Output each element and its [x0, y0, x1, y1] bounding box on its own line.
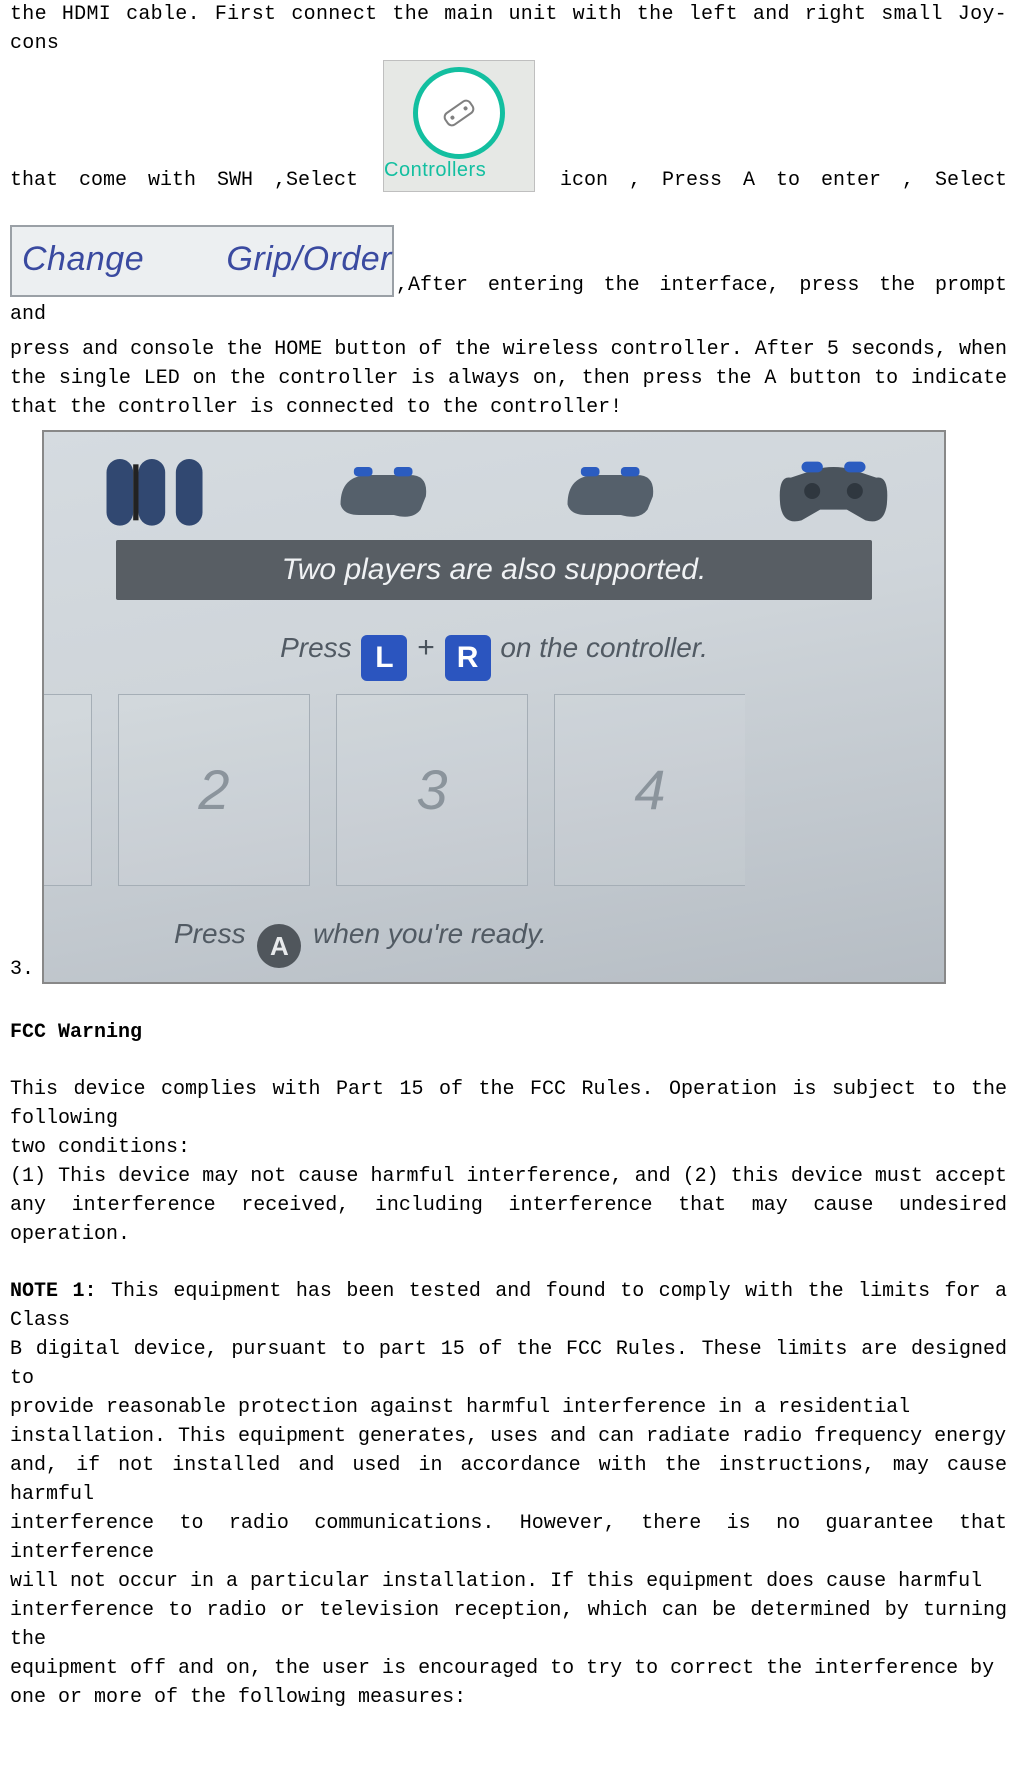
- paragraph-line: provide reasonable protection against ha…: [10, 1393, 1007, 1422]
- paragraph-line: the HDMI cable. First connect the main u…: [10, 0, 1007, 58]
- text-segment: icon , Press A to enter , Select: [560, 169, 1007, 192]
- paragraph-line: installation. This equipment generates, …: [10, 1422, 1007, 1451]
- paragraph-with-button: Change Grip/Order,After entering the int…: [10, 225, 1007, 329]
- paragraph-line: any interference received, including int…: [10, 1191, 1007, 1249]
- text-segment: This equipment has been tested and found…: [10, 1280, 1007, 1332]
- keycap-l-icon: L: [361, 635, 407, 681]
- paragraph-line: that the controller is connected to the …: [10, 393, 1007, 422]
- paragraph-line: interference to radio communications. Ho…: [10, 1509, 1007, 1567]
- text-segment: when you're ready.: [313, 918, 547, 949]
- text-segment: Press: [174, 918, 246, 949]
- paragraph-line: will not occur in a particular installat…: [10, 1567, 1007, 1596]
- controllers-label: Controllers: [384, 156, 534, 185]
- paragraph-line: This device complies with Part 15 of the…: [10, 1075, 1007, 1133]
- document-page: the HDMI cable. First connect the main u…: [0, 0, 1017, 1772]
- player-slot-1: [42, 694, 92, 886]
- player-slot-3: 3: [336, 694, 528, 886]
- fcc-warning-heading: FCC Warning: [10, 1018, 1007, 1047]
- player-slot-row: 2 3 4: [71, 694, 944, 904]
- controllers-ring: [413, 67, 505, 159]
- pro-controller-icon: [759, 451, 908, 531]
- text-segment: that come with SWH ,Select: [10, 169, 358, 192]
- single-joycon-right-icon: [533, 451, 682, 531]
- joycon-pair-icon: [80, 451, 229, 531]
- paragraph-line: press and console the HOME button of the…: [10, 335, 1007, 364]
- player-slot-4: 4: [554, 694, 745, 886]
- player-slot-2: 2: [118, 694, 310, 886]
- paragraph-with-icon: that come with SWH ,Select Controllers i…: [10, 60, 1007, 195]
- paragraph-line: NOTE 1: This equipment has been tested a…: [10, 1277, 1007, 1335]
- switch-screenshot: Two players are also supported. Press L …: [42, 430, 946, 984]
- paragraph-line: the single LED on the controller is alwa…: [10, 364, 1007, 393]
- controller-type-row: [80, 446, 908, 536]
- a-button-icon: A: [257, 924, 301, 968]
- keycap-r-icon: R: [445, 635, 491, 681]
- paragraph-line: and, if not installed and used in accord…: [10, 1451, 1007, 1509]
- change-grip-order-button: Change Grip/Order: [10, 225, 394, 297]
- press-a-prompt: Press A when you're ready.: [174, 914, 547, 968]
- plus-symbol: +: [417, 631, 435, 664]
- paragraph-line: equipment off and on, the user is encour…: [10, 1654, 1007, 1683]
- press-lr-prompt: Press L + R on the controller.: [44, 626, 944, 681]
- controllers-icon: Controllers: [383, 60, 535, 192]
- text-segment: on the controller.: [500, 632, 708, 663]
- banner-two-players: Two players are also supported.: [116, 540, 872, 600]
- paragraph-line: two conditions:: [10, 1133, 1007, 1162]
- list-number: 3.: [10, 955, 34, 984]
- paragraph-line: one or more of the following measures:: [10, 1683, 1007, 1712]
- screenshot-wrapper: 3.: [10, 430, 1007, 984]
- note1-label: NOTE 1:: [10, 1280, 96, 1303]
- text-segment: Press: [280, 632, 352, 663]
- joycon-glyph-icon: [436, 90, 482, 136]
- paragraph-line: (1) This device may not cause harmful in…: [10, 1162, 1007, 1191]
- paragraph-line: interference to radio or television rece…: [10, 1596, 1007, 1654]
- single-joycon-left-icon: [306, 451, 455, 531]
- paragraph-line: B digital device, pursuant to part 15 of…: [10, 1335, 1007, 1393]
